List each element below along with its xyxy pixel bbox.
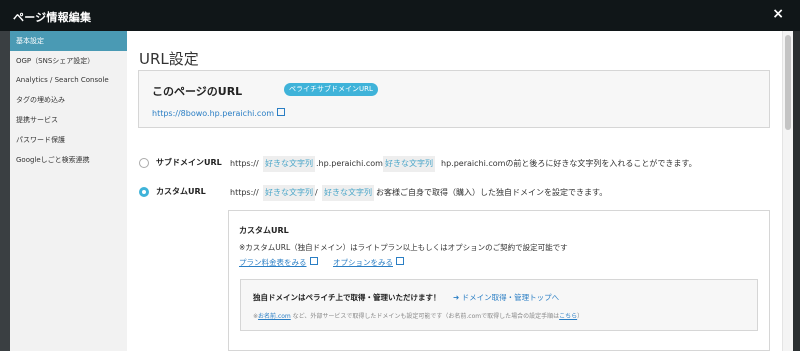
custom-url-info-box: カスタムURL ※カスタムURL（独自ドメイン）はライトプラン以上もしくはオプシ… [228, 210, 770, 351]
custom-radio[interactable] [139, 187, 149, 197]
options-link[interactable]: オプションをみる [333, 257, 404, 268]
subdomain-option-row: サブドメインURL https:// 好きな文字列 .hp.peraichi.c… [139, 156, 779, 172]
custom-prefix: https:// [230, 188, 259, 197]
external-link-icon [309, 257, 318, 265]
external-link-icon [277, 108, 286, 116]
custom-url-note: ※カスタムURL（独自ドメイン）はライトプラン以上もしくはオプションのご契約で設… [239, 243, 568, 252]
page-title: URL設定 [139, 50, 199, 68]
custom-part1-input[interactable]: 好きな文字列 [263, 185, 315, 201]
domain-management-text: 独自ドメインはペライチ上で取得・管理いただけます！ [253, 293, 441, 302]
page-info-modal: ページ情報編集 × 基本設定 OGP（SNSシェア設定） Analytics /… [0, 0, 800, 351]
note-middle: など、外部サービスで取得したドメインも設定可能です（お名前.comで取得した場合… [290, 313, 560, 320]
custom-label[interactable]: カスタムURL [156, 186, 206, 197]
modal-titlebar: ページ情報編集 × [0, 0, 800, 31]
sidebar-item-analytics[interactable]: Analytics / Search Console [10, 70, 127, 90]
subdomain-part1-input[interactable]: 好きな文字列 [263, 156, 315, 172]
domain-management-link-text: ドメイン取得・管理トップへ [461, 293, 560, 302]
current-url-link[interactable]: https://8bowo.hp.peraichi.com [152, 108, 286, 118]
note-suffix: ） [577, 313, 584, 320]
backdrop-right [793, 31, 800, 351]
sidebar-item-password[interactable]: パスワード保護 [10, 130, 127, 150]
custom-separator: / [315, 188, 318, 197]
domain-management-link[interactable]: ➜ ドメイン取得・管理トップへ [453, 292, 559, 303]
sidebar-item-partners[interactable]: 提携サービス [10, 110, 127, 130]
url-type-badge: ペライチサブドメインURL [284, 83, 378, 96]
custom-desc: お客様ご自身で取得（購入）した独自ドメインを設定できます。 [376, 188, 608, 197]
main-content: URL設定 このページのURL ペライチサブドメインURL https://8b… [127, 31, 782, 351]
settings-sidebar: 基本設定 OGP（SNSシェア設定） Analytics / Search Co… [10, 31, 127, 351]
subdomain-middle: .hp.peraichi.com/ [316, 159, 386, 168]
custom-part2-input[interactable]: 好きな文字列 [322, 185, 374, 201]
arrow-right-icon: ➜ [453, 293, 462, 302]
external-link-icon [396, 257, 404, 265]
domain-external-note: ※お名前.com など、外部サービスで取得したドメインも設定可能です（お名前.c… [253, 311, 583, 320]
close-icon[interactable]: × [772, 6, 784, 22]
modal-title: ページ情報編集 [13, 11, 92, 24]
sidebar-item-tags[interactable]: タグの埋め込み [10, 90, 127, 110]
custom-option-row: カスタムURL https:// 好きな文字列 / 好きな文字列 お客様ご自身で… [139, 185, 779, 201]
current-url-text: https://8bowo.hp.peraichi.com [152, 109, 275, 118]
subdomain-label[interactable]: サブドメインURL [156, 157, 222, 168]
onamae-link[interactable]: お名前.com [258, 313, 291, 320]
sidebar-item-ogp[interactable]: OGP（SNSシェア設定） [10, 51, 127, 71]
current-url-label: このページのURL [152, 85, 243, 98]
subdomain-radio[interactable] [139, 158, 149, 168]
plans-link-text: プラン料金表をみる [239, 258, 307, 267]
subdomain-prefix: https:// [230, 159, 259, 168]
subdomain-desc: hp.peraichi.comの前と後ろに好きな文字列を入れることができます。 [441, 159, 697, 168]
current-url-box: このページのURL ペライチサブドメインURL https://8bowo.hp… [138, 70, 770, 128]
subdomain-part2-input[interactable]: 好きな文字列 [383, 156, 435, 172]
domain-management-box: 独自ドメインはペライチ上で取得・管理いただけます！ ➜ ドメイン取得・管理トップ… [240, 279, 758, 331]
sidebar-item-basic[interactable]: 基本設定 [10, 31, 127, 51]
plans-link[interactable]: プラン料金表をみる [239, 257, 318, 268]
setup-steps-link[interactable]: こちら [559, 313, 577, 320]
options-link-text: オプションをみる [333, 258, 393, 267]
scrollbar-thumb[interactable] [785, 35, 791, 130]
custom-url-heading: カスタムURL [239, 226, 289, 235]
sidebar-item-google-jobs[interactable]: Googleしごと検索連携 [10, 150, 127, 170]
